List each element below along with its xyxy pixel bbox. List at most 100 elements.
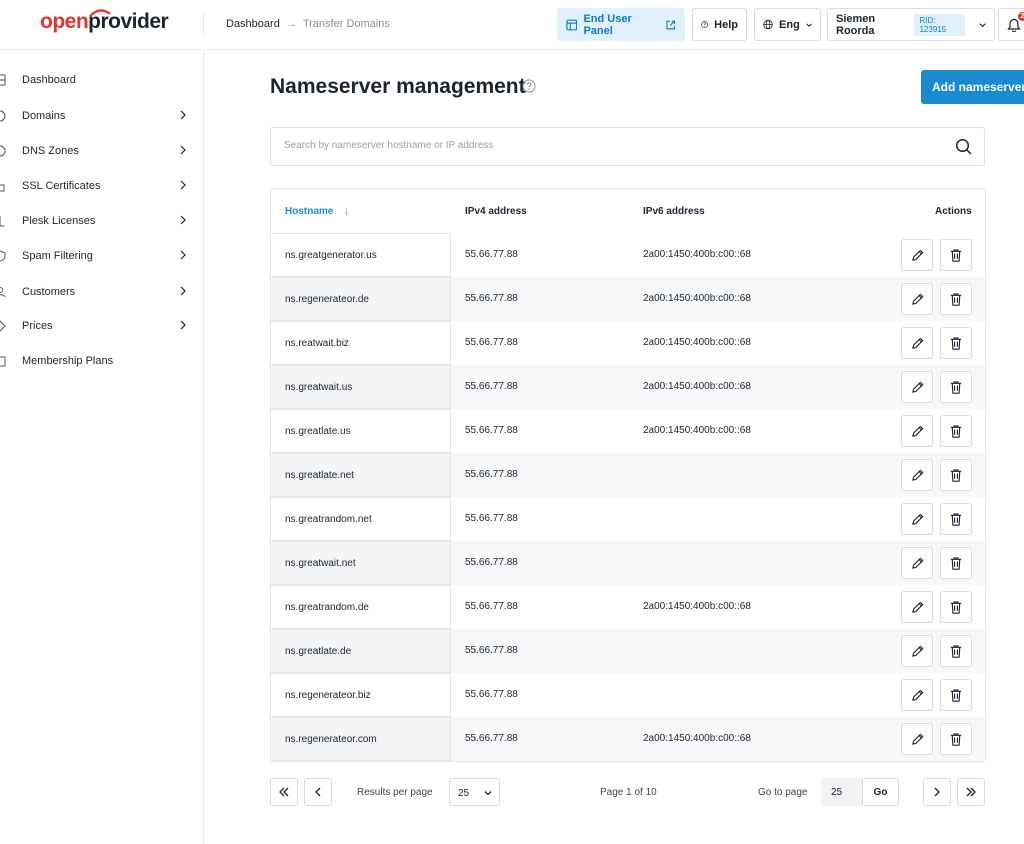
delete-button[interactable] [940,371,972,403]
sidebar-item-spam-filtering[interactable]: Spam Filtering [0,241,204,271]
sidebar-item-dashboard[interactable]: Dashboard [0,65,204,95]
delete-button[interactable] [940,723,972,755]
edit-button[interactable] [901,635,933,667]
hostname-cell[interactable]: ns.greatlate.us [271,409,451,453]
sidebar-item-plesk-licenses[interactable]: Plesk Licenses [0,206,204,236]
pencil-icon [911,689,923,701]
hostname-cell[interactable]: ns.greatwait.us [271,365,451,409]
search-box [270,127,985,166]
delete-button[interactable] [940,503,972,535]
results-per-page-label: Results per page [357,787,433,798]
table-row: ns.regenerateor.de 55.66.77.88 2a00:1450:4… [271,277,985,321]
delete-button[interactable] [940,591,972,623]
language-selector[interactable]: Eng [754,8,821,41]
help-label: Help [714,18,738,31]
results-per-page-select[interactable]: 25 [449,778,500,806]
trash-icon [950,292,962,306]
end-user-panel-label: End User Panel [583,12,632,37]
trash-icon [950,424,962,438]
delete-button[interactable] [940,327,972,359]
trash-icon [950,644,962,658]
edit-button[interactable] [901,547,933,579]
edit-button[interactable] [901,283,933,315]
ipv4-cell: 55.66.77.88 [465,469,518,480]
trash-icon [950,380,962,394]
hostname-cell[interactable]: ns.greatlate.net [271,453,451,497]
delete-button[interactable] [940,635,972,667]
add-nameserver-button[interactable]: Add nameserver [921,70,1024,104]
hostname-cell[interactable]: ns.regenerateor.com [271,717,451,761]
notification-badge: 2 [1018,12,1024,21]
go-to-page-input[interactable] [821,778,863,806]
hostname-cell[interactable]: ns.reatwait.biz [271,321,451,365]
ipv4-cell: 55.66.77.88 [465,381,518,392]
trash-icon [950,248,962,262]
help-button[interactable]: Help [692,8,747,41]
language-label: Eng [779,18,800,31]
edit-button[interactable] [901,371,933,403]
pencil-icon [911,337,923,349]
pencil-icon [911,293,923,305]
edit-button[interactable] [901,679,933,711]
previous-page-button[interactable] [304,778,332,806]
delete-button[interactable] [940,415,972,447]
chevron-right-icon [180,286,186,296]
ipv4-cell: 55.66.77.88 [465,249,518,260]
notifications-button[interactable]: 2 [998,8,1024,41]
hostname-cell[interactable]: ns.greatwait.net [271,541,451,585]
nameserver-table: Hostname ↓ IPv4 address IPv6 address Act… [270,188,986,762]
search-input[interactable] [284,140,934,151]
end-user-panel-button[interactable]: End User Panel [557,8,685,41]
pagination: Results per page 25 Page 1 of 10 Go to p… [270,777,986,807]
table-row: ns.greatwait.net 55.66.77.88 [271,541,985,585]
chevron-right-icon [180,320,186,330]
ipv4-cell: 55.66.77.88 [465,601,518,612]
edit-button[interactable] [901,503,933,535]
column-header-hostname[interactable]: Hostname ↓ [285,206,349,217]
help-circle-icon[interactable] [522,79,536,93]
delete-button[interactable] [940,679,972,711]
sidebar-item-prices[interactable]: Prices [0,311,204,341]
hostname-cell[interactable]: ns.regenerateor.biz [271,673,451,717]
main-content: Nameserver management Add nameserver Hos… [204,50,1024,844]
hostname-cell[interactable]: ns.regenerateor.de [271,277,451,321]
search-icon[interactable] [955,138,973,156]
edit-button[interactable] [901,591,933,623]
openprovider-logo[interactable]: openprovider [40,9,169,34]
sidebar-item-label: Domains [22,110,66,122]
next-page-button[interactable] [923,778,951,806]
breadcrumb-dashboard[interactable]: Dashboard [226,18,280,30]
sidebar-item-customers[interactable]: Customers [0,277,204,307]
column-header-actions: Actions [935,206,972,217]
column-header-ipv6: IPv6 address [643,206,705,217]
ipv4-cell: 55.66.77.88 [465,689,518,700]
sidebar-item-label: DNS Zones [22,145,79,157]
double-chevron-left-icon [279,787,289,797]
edit-button[interactable] [901,327,933,359]
chevron-right-icon [180,110,186,120]
edit-button[interactable] [901,239,933,271]
edit-button[interactable] [901,723,933,755]
hostname-cell[interactable]: ns.greatgenerator.us [271,233,451,277]
sidebar-item-ssl-certificates[interactable]: SSL Certificates [0,171,204,201]
first-page-button[interactable] [270,778,298,806]
hostname-cell[interactable]: ns.greatrandom.de [271,585,451,629]
sidebar-item-membership-plans[interactable]: Membership Plans [0,346,204,376]
sidebar-item-dns-zones[interactable]: DNS Zones [0,136,204,166]
user-menu[interactable]: Siemen Roorda RID: 123915 [827,8,995,41]
table-row: ns.greatwait.us 55.66.77.88 2a00:1450:400b… [271,365,985,409]
last-page-button[interactable] [957,778,985,806]
go-button[interactable]: Go [862,778,899,806]
hostname-cell[interactable]: ns.greatlate.de [271,629,451,673]
hostname-cell[interactable]: ns.greatrandom.net [271,497,451,541]
edit-button[interactable] [901,415,933,447]
delete-button[interactable] [940,459,972,491]
pencil-icon [911,469,923,481]
delete-button[interactable] [940,283,972,315]
edit-button[interactable] [901,459,933,491]
delete-button[interactable] [940,239,972,271]
sidebar-item-domains[interactable]: Domains [0,101,204,131]
pencil-icon [911,645,923,657]
column-header-ipv4: IPv4 address [465,206,527,217]
delete-button[interactable] [940,547,972,579]
